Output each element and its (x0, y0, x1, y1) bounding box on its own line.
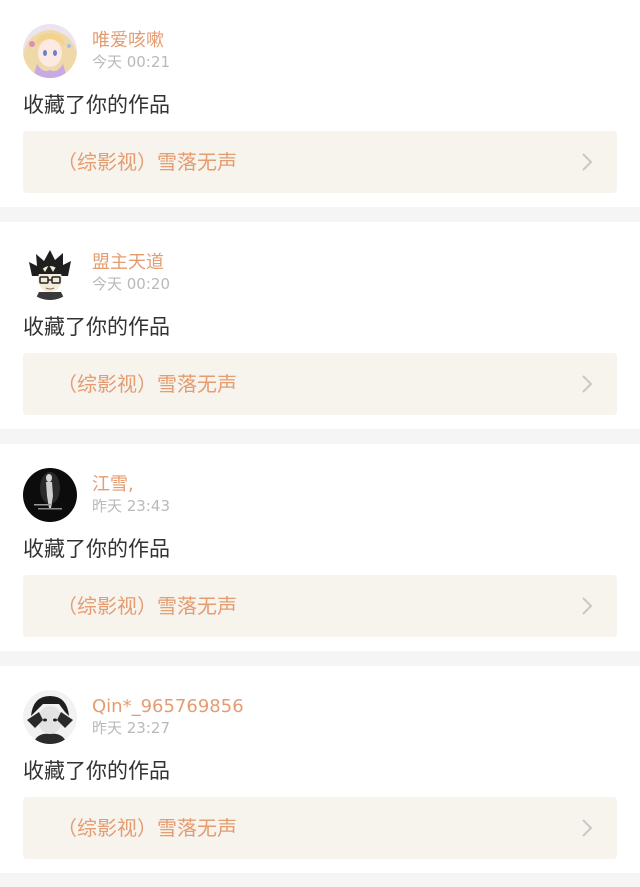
action-text: 收藏了你的作品 (23, 315, 170, 339)
anime-girl-avatar-icon (23, 24, 77, 78)
work-link[interactable]: （综影视）雪落无声 (23, 353, 617, 415)
work-link[interactable]: （综影视）雪落无声 (23, 797, 617, 859)
anime-boy-glasses-avatar-icon (23, 246, 77, 300)
chevron-right-icon (581, 375, 593, 393)
chevron-right-icon (581, 819, 593, 837)
work-title: （综影视）雪落无声 (57, 816, 237, 840)
avatar[interactable] (23, 246, 77, 300)
username[interactable]: Qin*_965769856 (92, 696, 244, 718)
username[interactable]: 江雪, (92, 474, 134, 496)
work-link[interactable]: （综影视）雪落无声 (23, 131, 617, 193)
username[interactable]: 唯爱咳嗽 (92, 30, 164, 52)
work-title: （综影视）雪落无声 (57, 372, 237, 396)
work-link[interactable]: （综影视）雪落无声 (23, 575, 617, 637)
avatar[interactable] (23, 468, 77, 522)
notification-card: 江雪, 昨天 23:43 收藏了你的作品 （综影视）雪落无声 (0, 444, 640, 651)
timestamp: 昨天 23:43 (92, 497, 170, 515)
work-title: （综影视）雪落无声 (57, 594, 237, 618)
notification-card: 盟主天道 今天 00:20 收藏了你的作品 （综影视）雪落无声 (0, 222, 640, 429)
action-text: 收藏了你的作品 (23, 537, 170, 561)
action-text: 收藏了你的作品 (23, 759, 170, 783)
timestamp: 昨天 23:27 (92, 719, 170, 737)
notification-card: Qin*_965769856 昨天 23:27 收藏了你的作品 （综影视）雪落无… (0, 666, 640, 873)
avatar[interactable] (23, 24, 77, 78)
chevron-right-icon (581, 153, 593, 171)
timestamp: 今天 00:21 (92, 53, 170, 71)
monochrome-portrait-avatar-icon (23, 690, 77, 744)
username[interactable]: 盟主天道 (92, 252, 164, 274)
avatar[interactable] (23, 690, 77, 744)
dark-figure-avatar-icon (23, 468, 77, 522)
timestamp: 今天 00:20 (92, 275, 170, 293)
notification-card: 唯爱咳嗽 今天 00:21 收藏了你的作品 （综影视）雪落无声 (0, 0, 640, 207)
chevron-right-icon (581, 597, 593, 615)
action-text: 收藏了你的作品 (23, 93, 170, 117)
work-title: （综影视）雪落无声 (57, 150, 237, 174)
notification-feed: 唯爱咳嗽 今天 00:21 收藏了你的作品 （综影视）雪落无声 盟主天道 今天 … (0, 0, 640, 873)
